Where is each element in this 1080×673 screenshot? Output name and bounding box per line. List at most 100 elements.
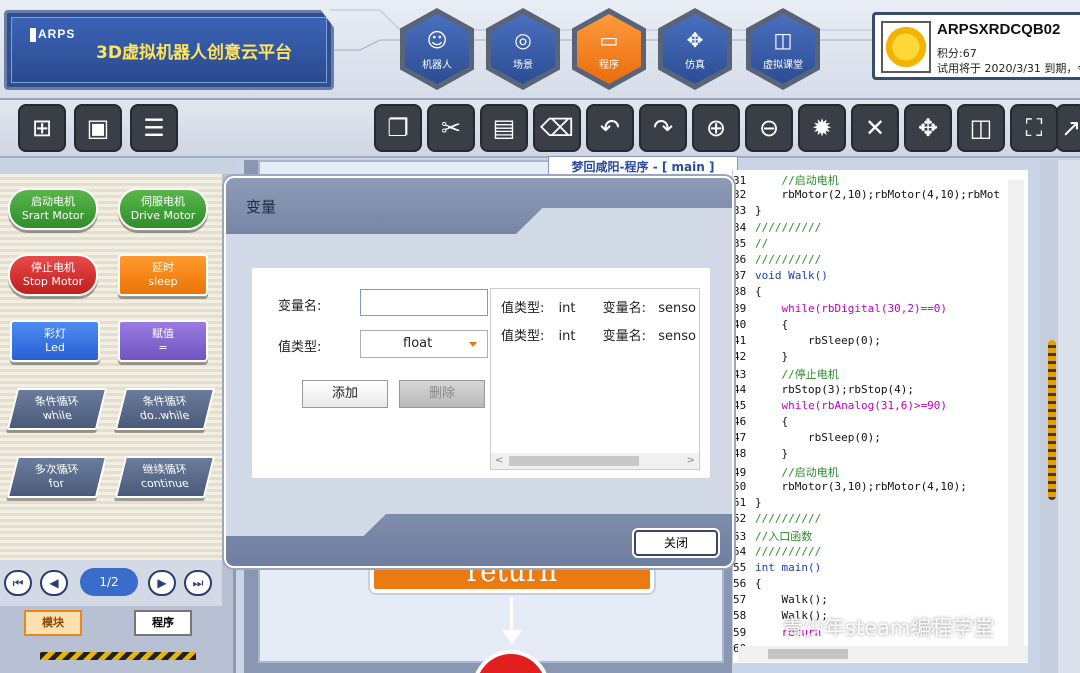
undo-icon: ↶ [599,114,621,142]
block-do-while[interactable]: 条件循环 do..while [114,388,216,430]
line-number: 35 [733,236,747,250]
nav-program-label: 程序 [599,60,619,71]
add-variable-button[interactable]: 添加 [302,380,388,408]
mode-program-button[interactable]: 程序 [134,610,192,636]
code-line: 31 //启动电机 [733,172,839,188]
block-assign[interactable]: 赋值 = [118,320,208,362]
prev-icon: ◀ [49,576,59,590]
code-text: { [755,577,762,590]
stack-button[interactable]: ☰ [130,104,178,152]
code-line: 33} [733,204,762,220]
close-icon: ✕ [864,114,886,142]
code-line: 40 { [733,318,788,334]
code-horizontal-scrollbar[interactable] [738,646,1028,662]
user-name: ARPSXRDCQB02 [937,21,1061,38]
block-stop-motor[interactable]: 停止电机 Stop Motor [8,254,98,296]
code-line: 32 rbMotor(2,10);rbMotor(4,10);rbMot [733,188,1000,204]
close-doc-button[interactable]: ✕ [851,104,899,152]
nav-robot[interactable]: ☺ 机器人 [400,8,474,90]
code-line: 38 { [733,285,762,301]
file-tab[interactable]: 梦回咸阳-程序 - [ main ] [548,156,738,178]
clipboard-icon: ▤ [492,114,516,142]
prev-page-button[interactable]: ◀ [40,570,68,596]
block-do-while-en: do..while [138,409,192,422]
scroll-left-icon[interactable]: < [495,453,503,469]
nav-virtual-class[interactable]: ◫ 虚拟课堂 [746,8,820,90]
save-button[interactable]: ▣ [74,104,122,152]
curve-button[interactable]: ↗ [1056,104,1080,152]
variable-list-scrollbar[interactable]: < > [491,453,699,469]
code-line: 34 ////////// [733,221,821,237]
copy-button[interactable]: ❐ [374,104,422,152]
code-text: { [755,285,762,299]
block-sleep[interactable]: 延时 sleep [118,254,208,296]
block-assign-en: = [158,341,168,354]
line-number: 44 [733,382,747,396]
code-text: rbMotor(2,10);rbMotor(4,10);rbMot [755,188,1001,202]
code-line: 47 rbSleep(0); [733,431,881,447]
undo-button[interactable]: ↶ [586,104,634,152]
var-type: int [558,329,576,344]
line-number: 43 [733,368,747,382]
split-view-button[interactable]: ◫ [957,104,1005,152]
value-type-select[interactable]: float [360,330,488,358]
cut-button[interactable]: ✂ [427,104,475,152]
code-line: 52 ////////// [733,512,821,528]
first-page-button[interactable]: ⏮ [4,570,32,596]
code-line: 36 ////////// [733,253,821,269]
scroll-right-icon[interactable]: > [687,453,695,469]
line-number: 37 [733,269,747,283]
code-text: rbStop(3);rbStop(4); [755,382,914,396]
line-number: 49 [733,465,747,479]
next-page-button[interactable]: ▶ [148,570,176,596]
dialog-body: 变量名: 值类型: float 添加 删除 值类型: int 变量名: sens… [252,268,710,478]
code-text: void Walk() [755,269,828,283]
redo-button[interactable]: ↷ [639,104,687,152]
last-page-button[interactable]: ⏭ [184,570,212,596]
block-continue[interactable]: 继续循环 continue [114,456,216,498]
zoom-out-button[interactable]: ⊖ [745,104,793,152]
block-do-while-cn: 条件循环 [141,395,189,408]
code-vertical-scrollbar[interactable] [1008,180,1024,650]
fit-screen-button[interactable]: ⛶ [1010,104,1058,152]
new-file-icon: ⊞ [31,114,53,142]
gear-icon: ✹ [811,114,833,142]
block-start-motor[interactable]: 启动电机 Srart Motor [8,188,98,230]
nav-simulation[interactable]: ✥ 仿真 [658,8,732,90]
list-item[interactable]: 值类型: int 变量名: senso [501,297,696,316]
settings-button[interactable]: ✹ [798,104,846,152]
delete-button[interactable]: ⌫ [533,104,581,152]
block-for[interactable]: 多次循环 for [6,456,108,498]
line-number: 52 [733,512,747,526]
line-number: 56 [733,577,747,590]
dialog-title: 变量 [246,198,277,216]
code-text: while(rbAnalog(31,6)>=90) [755,398,948,412]
line-number: 58 [733,609,747,623]
mode-blocks-button[interactable]: 模块 [24,610,82,636]
new-file-button[interactable]: ⊞ [18,104,66,152]
list-item[interactable]: 值类型: int 变量名: senso [501,325,696,344]
delete-variable-button[interactable]: 删除 [399,380,485,408]
block-while[interactable]: 条件循环 while [6,388,108,430]
code-line: 42 } [733,350,788,366]
nav-scene[interactable]: ◎ 场景 [486,8,560,90]
hazard-stripe [40,652,196,660]
paste-button[interactable]: ▤ [480,104,528,152]
classroom-icon: ◫ [773,28,793,52]
close-button[interactable]: 关闭 [634,530,718,556]
avatar[interactable] [881,21,931,73]
block-drive-motor[interactable]: 伺服电机 Drive Motor [118,188,208,230]
var-name-input[interactable] [360,289,488,316]
code-line: 50 rbMotor(3,10);rbMotor(4,10); [733,480,967,496]
code-text: int main() [755,560,822,574]
block-led[interactable]: 彩灯 Led [10,320,100,362]
zoom-in-button[interactable]: ⊕ [692,104,740,152]
app-header: ARPS 3D虚拟机器人创意云平台 ☺ 机器人 ◎ 场景 ▭ 程序 ✥ 仿真 ◫… [0,0,1080,100]
var-name-caption: 变量名: [602,301,647,316]
wechat-icon [752,615,776,637]
nav-program[interactable]: ▭ 程序 [572,8,646,90]
panel-resize-handle[interactable] [1048,340,1056,500]
move-button[interactable]: ✥ [904,104,952,152]
code-editor[interactable]: 31 //启动电机 32 rbMotor(2,10);rbMotor(4,10);… [732,170,1028,663]
variable-list[interactable]: 值类型: int 变量名: senso 值类型: int 变量名: senso … [490,288,700,470]
